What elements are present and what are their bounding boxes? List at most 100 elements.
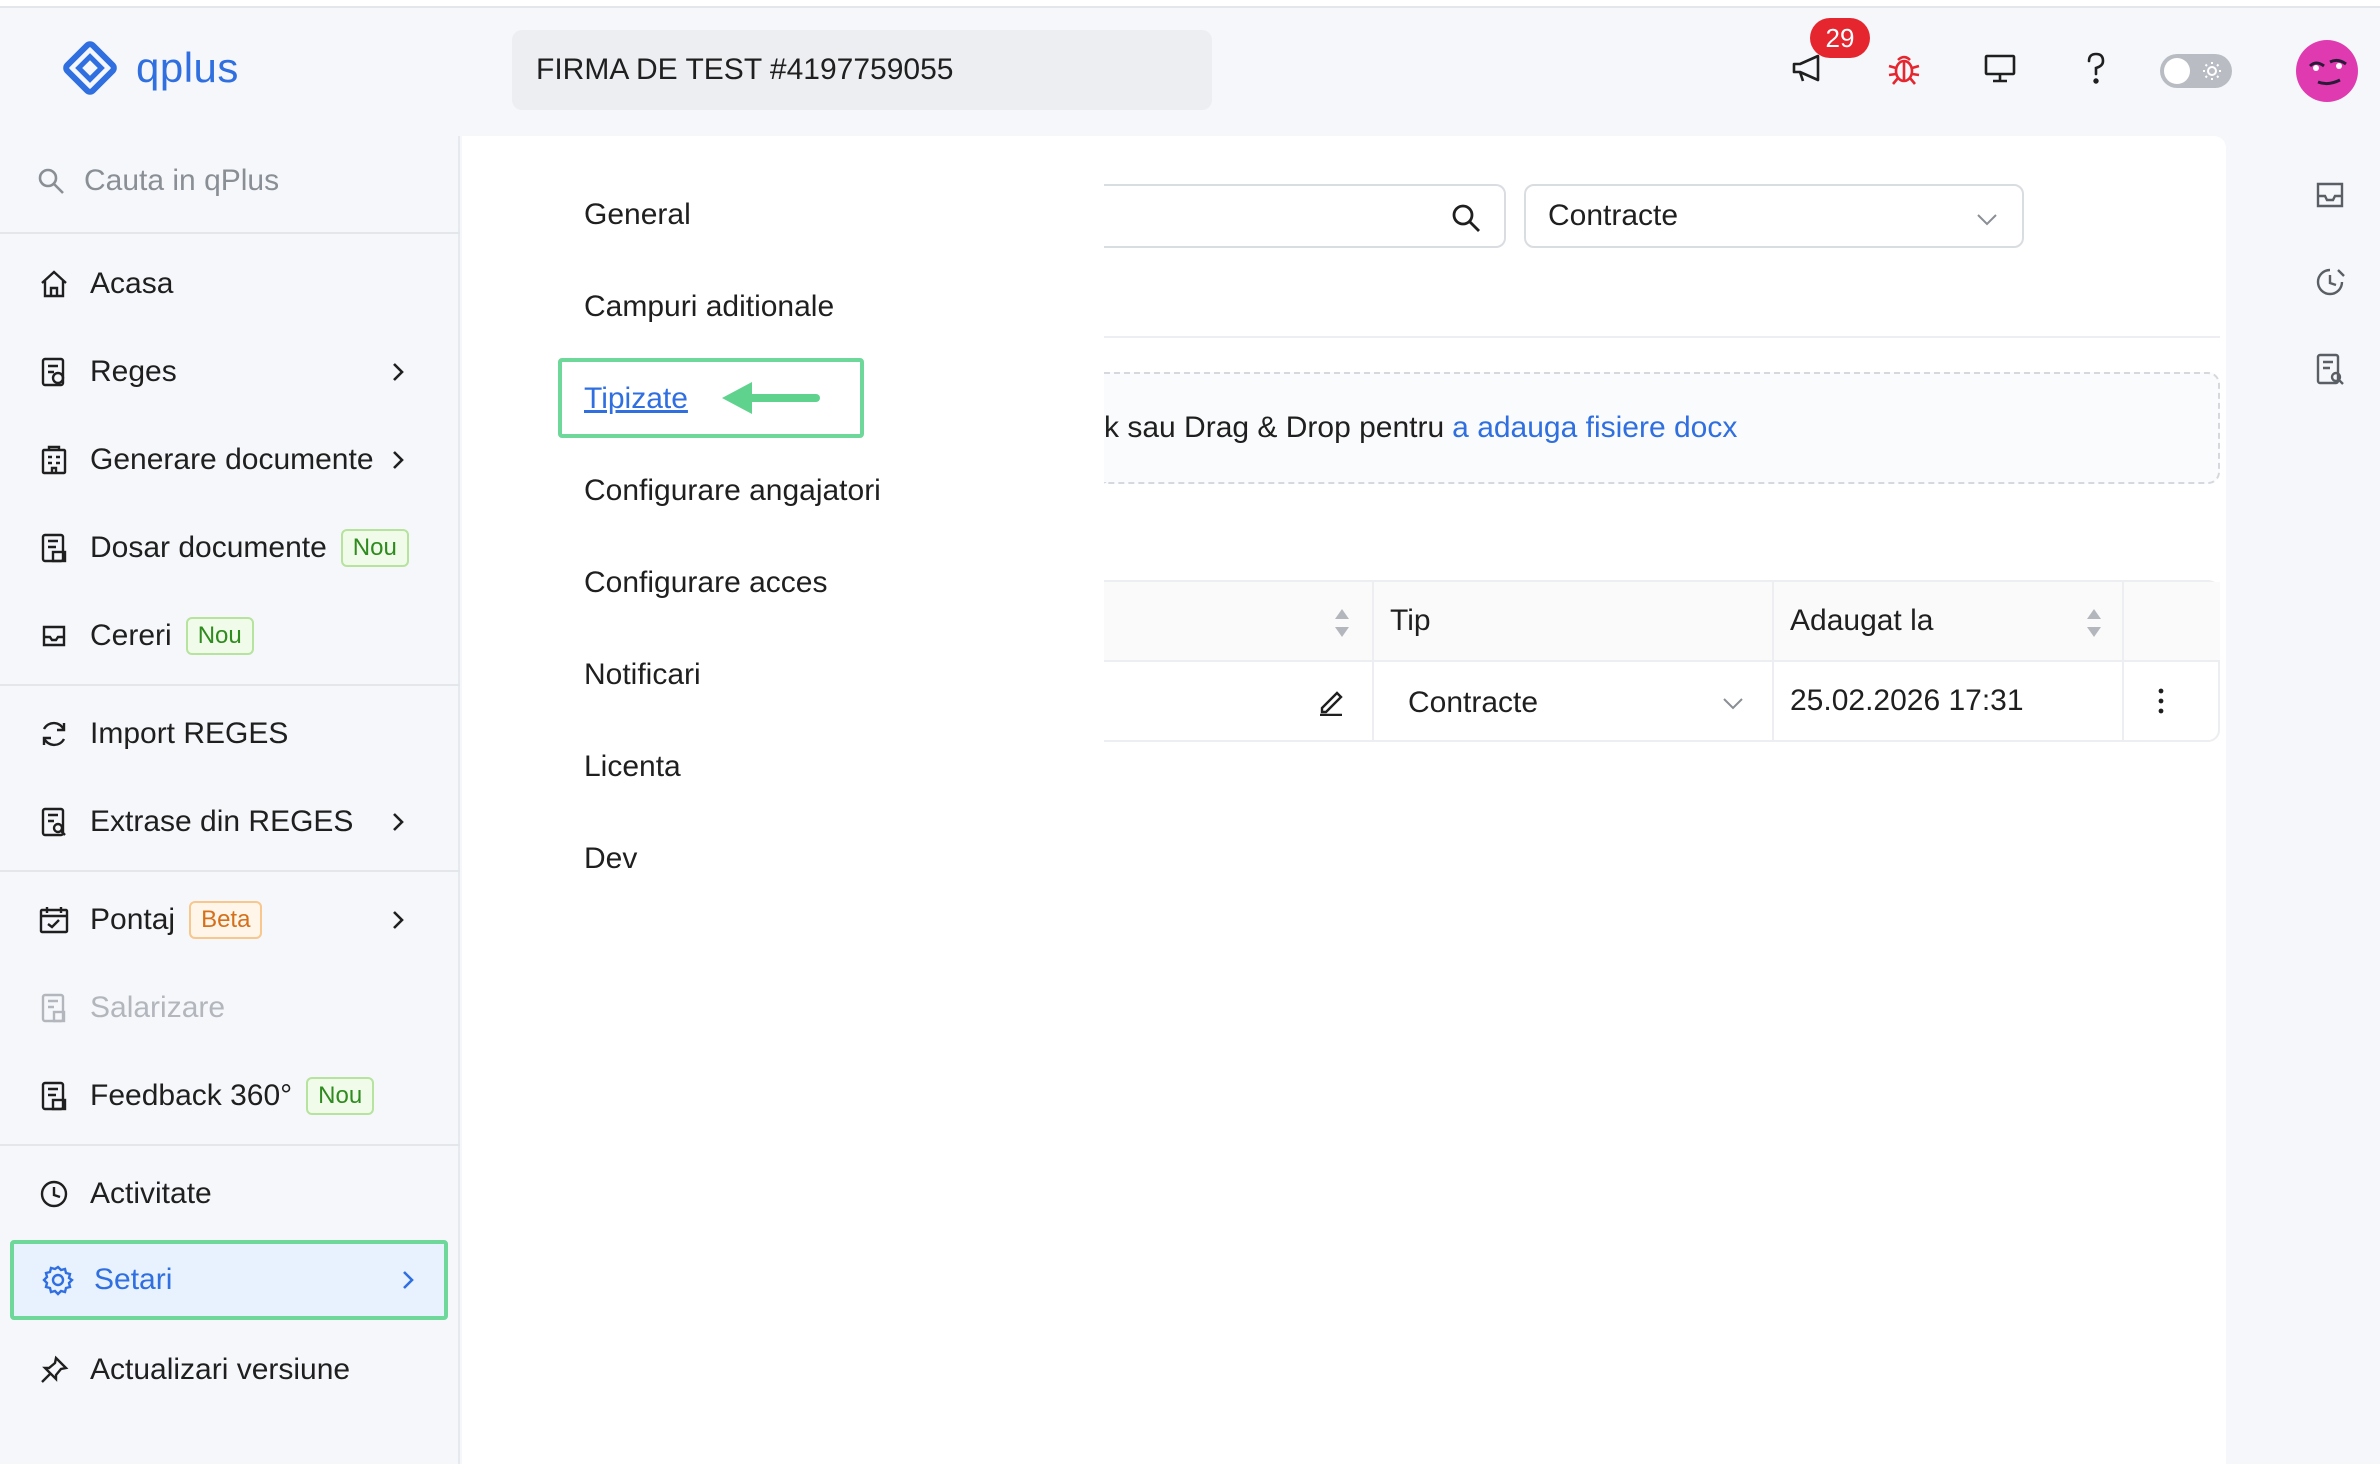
- qplus-logo-icon: [63, 41, 117, 95]
- inbox-icon: [36, 618, 72, 654]
- home-icon: [36, 266, 72, 302]
- document-search-icon[interactable]: [2310, 350, 2350, 390]
- sidebar-search[interactable]: Cauta in qPlus: [36, 164, 279, 198]
- sidebar-item-acasa[interactable]: Acasa: [36, 254, 426, 314]
- chevron-right-icon: [393, 451, 404, 469]
- upload-dropzone[interactable]: k sau Drag & Drop pentru a adauga fisier…: [1104, 372, 2220, 484]
- sidebar-item-salarizare: Salarizare: [36, 978, 426, 1038]
- column-separator: [1372, 582, 1374, 742]
- search-icon: [1452, 204, 1480, 232]
- sidebar-item-import-reges[interactable]: Import REGES: [36, 704, 426, 764]
- sidebar-item-dosar-documente[interactable]: Dosar documente Nou: [36, 518, 426, 578]
- sidebar-item-reges[interactable]: Reges: [36, 342, 426, 402]
- column-separator: [1772, 582, 1774, 742]
- submenu-item-configurare-acces[interactable]: Configurare acces: [584, 566, 827, 600]
- chevron-right-icon: [393, 911, 404, 929]
- row-type-value: Contracte: [1408, 686, 1539, 719]
- submenu-item-dev[interactable]: Dev: [584, 842, 637, 876]
- search-icon: [38, 168, 64, 194]
- sidebar-item-label: Dosar documente: [90, 531, 327, 564]
- templates-search-input[interactable]: [1104, 184, 1506, 248]
- sync-icon: [36, 716, 72, 752]
- top-border: [0, 0, 2380, 8]
- submenu-item-campuri-aditionale[interactable]: Campuri aditionale: [584, 290, 834, 324]
- more-vertical-icon[interactable]: [2154, 684, 2168, 718]
- document-icon: [36, 354, 72, 390]
- submenu-item-configurare-angajatori[interactable]: Configurare angajatori: [584, 474, 881, 508]
- beta-badge: Beta: [189, 901, 263, 939]
- inbox-icon[interactable]: [2310, 174, 2350, 214]
- chevron-right-icon: [403, 1271, 414, 1289]
- document-search-icon: [36, 804, 72, 840]
- folder-doc-icon: [36, 530, 72, 566]
- clock-icon: [36, 1176, 72, 1212]
- app-logo[interactable]: qplus: [60, 38, 239, 98]
- divider: [0, 232, 460, 234]
- edit-pencil-icon[interactable]: [1316, 686, 1346, 716]
- sun-icon: [2203, 62, 2221, 80]
- sidebar-item-actualizari-versiune[interactable]: Actualizari versiune: [36, 1340, 426, 1400]
- type-filter-value: Contracte: [1548, 199, 1679, 232]
- divider: [0, 1144, 460, 1146]
- gear-icon: [40, 1262, 76, 1298]
- chevron-down-icon: [1723, 698, 1743, 710]
- sidebar-item-activitate[interactable]: Activitate: [36, 1164, 426, 1224]
- chevron-right-icon: [393, 813, 404, 831]
- notifications-badge: 29: [1810, 18, 1870, 58]
- sidebar-item-extrase-din-reges[interactable]: Extrase din REGES: [36, 792, 426, 852]
- sidebar-item-label: Reges: [90, 355, 177, 388]
- history-icon[interactable]: [2310, 262, 2350, 302]
- row-type-select[interactable]: Contracte: [1394, 666, 1754, 740]
- submenu-item-notificari[interactable]: Notificari: [584, 658, 701, 692]
- avatar-face-icon: [2308, 58, 2347, 86]
- sidebar-item-pontaj[interactable]: Pontaj Beta: [36, 890, 426, 950]
- calendar-icon: [36, 902, 72, 938]
- monitor-icon: [1984, 54, 2016, 83]
- payroll-icon: [36, 990, 72, 1026]
- theme-toggle[interactable]: [2160, 54, 2232, 88]
- chevron-right-icon: [393, 363, 404, 381]
- company-name: FIRMA DE TEST #4197759055: [536, 53, 954, 86]
- new-badge: Nou: [185, 617, 254, 655]
- column-separator: [2122, 582, 2124, 742]
- new-badge: Nou: [306, 1077, 375, 1115]
- submenu-item-licenta[interactable]: Licenta: [584, 750, 681, 784]
- add-docx-files-link[interactable]: a adauga fisiere docx: [1452, 411, 1737, 445]
- settings-submenu: [462, 136, 1104, 1464]
- divider: [1104, 336, 2220, 338]
- sidebar-item-label: Import REGES: [90, 717, 289, 750]
- sidebar-item-label: Extrase din REGES: [90, 805, 354, 838]
- templates-table: Tip Adaugat la Contracte 25.02.2026 17:3…: [1104, 580, 2220, 742]
- submenu-item-tipizate[interactable]: Tipizate: [584, 382, 688, 416]
- sidebar-item-label: Setari: [94, 1263, 173, 1296]
- row-added-date: 25.02.2026 17:31: [1790, 684, 2024, 717]
- type-filter-select[interactable]: Contracte: [1524, 184, 2024, 248]
- sort-icon[interactable]: [2084, 606, 2104, 640]
- bug-icon: [1888, 55, 1920, 85]
- sidebar-item-feedback-360[interactable]: Feedback 360° Nou: [36, 1066, 426, 1126]
- sidebar-item-label: Generare documente: [90, 443, 374, 476]
- sidebar-item-label: Actualizari versiune: [90, 1353, 351, 1386]
- sidebar-item-setari[interactable]: Setari: [10, 1240, 448, 1320]
- help-button[interactable]: [2074, 46, 2118, 90]
- company-selector[interactable]: FIRMA DE TEST #4197759055: [512, 30, 1212, 110]
- divider: [0, 870, 460, 872]
- sidebar-item-label: Cereri: [90, 619, 172, 652]
- sidebar: Cauta in qPlus Acasa Reges Generare docu…: [0, 136, 460, 1464]
- sidebar-item-label: Acasa: [90, 267, 174, 300]
- sidebar-item-label: Feedback 360°: [90, 1079, 293, 1112]
- screen-share-button[interactable]: [1978, 46, 2022, 90]
- toggle-knob: [2164, 58, 2190, 84]
- sidebar-item-cereri[interactable]: Cereri Nou: [36, 606, 426, 666]
- submenu-item-general[interactable]: General: [584, 198, 691, 232]
- chevron-down-icon: [1977, 214, 1997, 226]
- question-mark-icon: [2087, 52, 2105, 84]
- report-bug-button[interactable]: [1882, 46, 1926, 90]
- sidebar-search-placeholder: Cauta in qPlus: [84, 164, 280, 197]
- sort-icon[interactable]: [1332, 606, 1352, 640]
- table-header: Tip Adaugat la: [1104, 582, 2220, 662]
- feedback-icon: [36, 1078, 72, 1114]
- user-avatar[interactable]: [2296, 40, 2358, 102]
- sidebar-item-generare-documente[interactable]: Generare documente: [36, 430, 426, 490]
- green-arrow-icon: [722, 382, 820, 414]
